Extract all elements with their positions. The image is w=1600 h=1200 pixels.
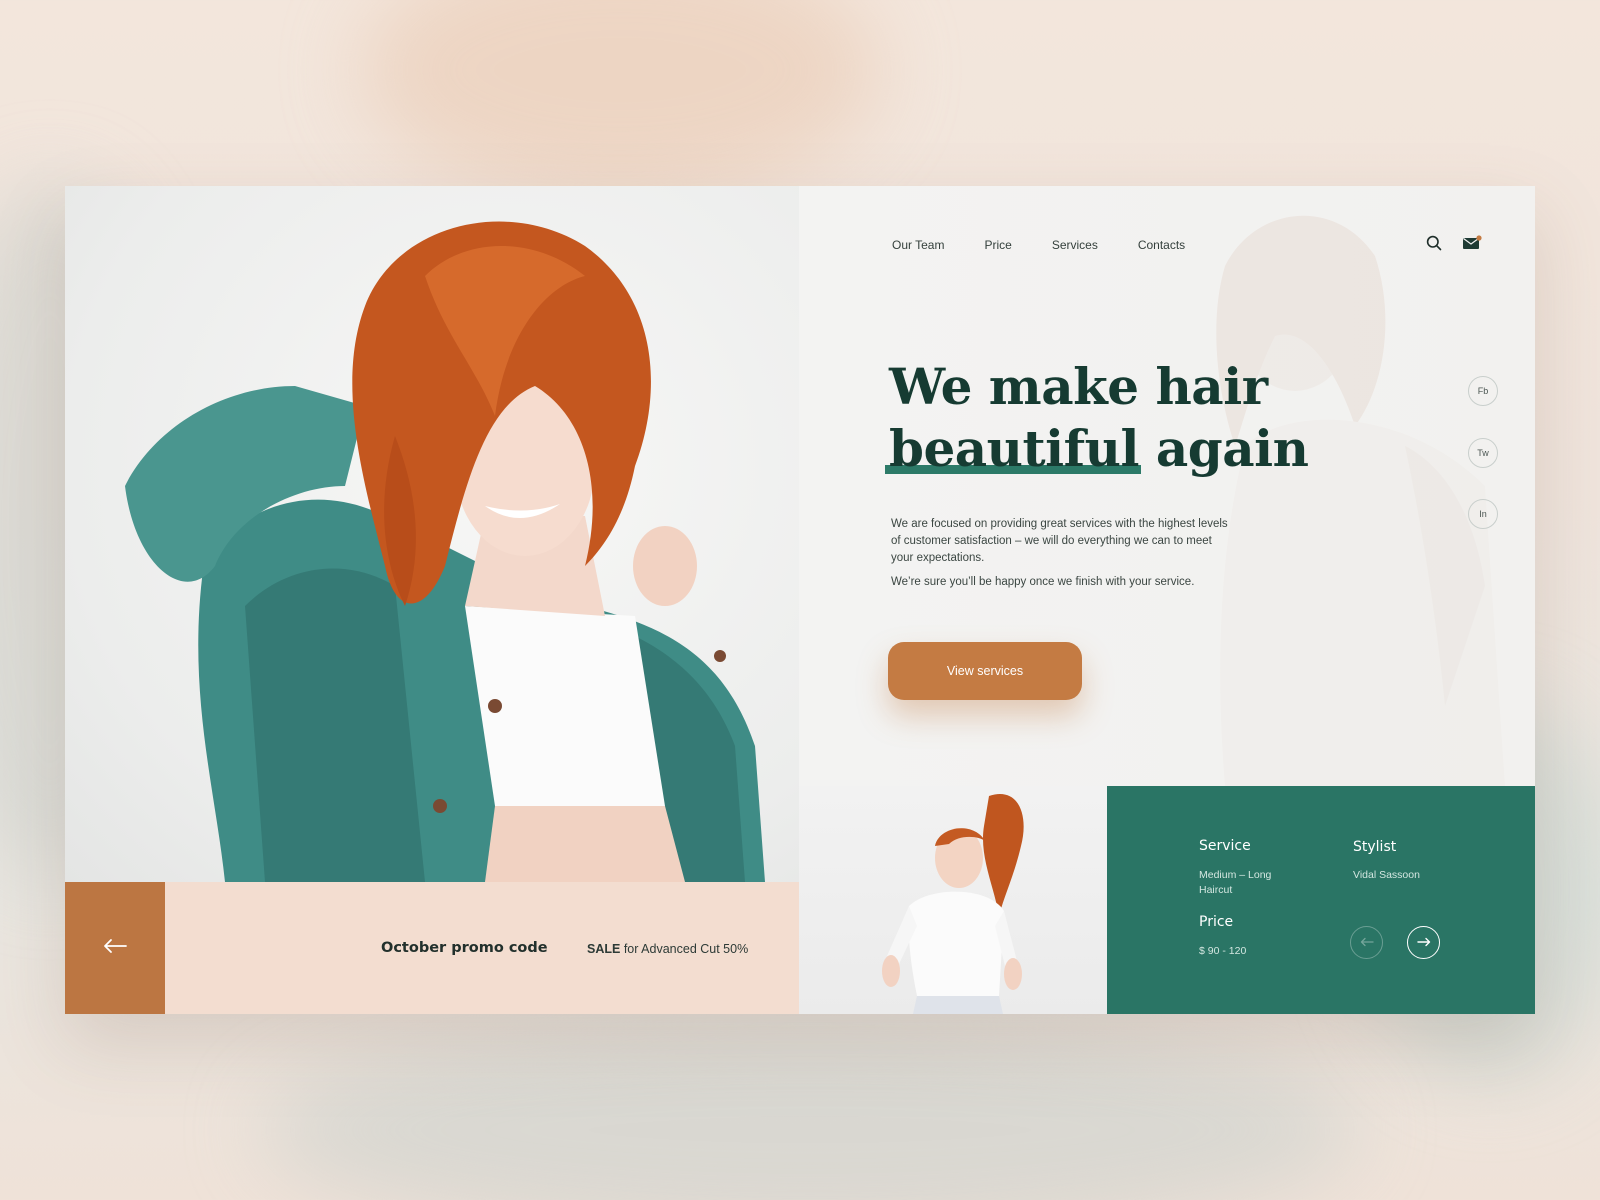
- hero-paragraph-2: We’re sure you’ll be happy once we finis…: [891, 576, 1195, 588]
- view-services-button[interactable]: View services: [888, 642, 1082, 700]
- stylist-label: Stylist: [1353, 839, 1397, 855]
- main-nav: Our Team Price Services Contacts: [892, 238, 1185, 252]
- service-prev-button[interactable]: [1350, 926, 1383, 959]
- headline-underlined-word: beautiful: [885, 419, 1141, 478]
- service-value: Medium – Long Haircut: [1199, 869, 1272, 896]
- hero-photo: [65, 186, 799, 882]
- social-twitter-button[interactable]: Tw: [1468, 438, 1498, 468]
- price-label: Price: [1199, 914, 1234, 930]
- service-card: Service Medium – Long Haircut Stylist Vi…: [1107, 786, 1535, 1014]
- landing-card: October promo code SALE for Advanced Cut…: [65, 186, 1535, 1014]
- hero-description: We are focused on providing great servic…: [891, 516, 1231, 591]
- nav-contacts[interactable]: Contacts: [1138, 238, 1185, 252]
- stylist-photo: [799, 786, 1107, 1014]
- hero-headline: We make hair beautiful again: [885, 356, 1309, 480]
- hero-content-panel: Our Team Price Services Contacts We make…: [799, 186, 1535, 786]
- promo-sale-strong: SALE: [587, 942, 621, 956]
- arrow-right-icon: [1416, 934, 1431, 952]
- stylist-photo-illustration: [882, 794, 1024, 1014]
- headline-line-2: beautiful again: [885, 418, 1309, 480]
- promo-sale-rest: for Advanced Cut 50%: [620, 942, 749, 956]
- nav-our-team[interactable]: Our Team: [892, 238, 944, 252]
- search-icon: [1426, 235, 1442, 256]
- nav-services[interactable]: Services: [1052, 238, 1098, 252]
- backdrop-hair: [360, 0, 880, 200]
- hero-photo-illustration: [125, 221, 766, 882]
- nav-price[interactable]: Price: [984, 238, 1011, 252]
- headline-line-2-rest: again: [1138, 419, 1309, 478]
- social-facebook-button[interactable]: Fb: [1468, 376, 1498, 406]
- mail-icon: [1462, 234, 1482, 256]
- hero-paragraph-1: We are focused on providing great servic…: [891, 518, 1228, 564]
- backdrop-jacket-bottom: [260, 1020, 1360, 1200]
- background-figure-image: [1216, 215, 1505, 786]
- promo-prev-button[interactable]: [65, 882, 165, 1014]
- stylist-value: Vidal Sassoon: [1353, 869, 1420, 881]
- social-linkedin-button[interactable]: In: [1468, 499, 1498, 529]
- promo-bar: October promo code SALE for Advanced Cut…: [165, 882, 799, 1014]
- service-label: Service: [1199, 838, 1251, 854]
- promo-title: October promo code: [381, 940, 548, 956]
- mail-button[interactable]: [1461, 234, 1483, 256]
- arrow-left-icon: [103, 938, 127, 959]
- service-next-button[interactable]: [1407, 926, 1440, 959]
- headline-line-1: We make hair: [889, 357, 1268, 416]
- search-button[interactable]: [1423, 234, 1445, 256]
- arrow-left-icon: [1360, 934, 1374, 952]
- promo-sale-text: SALE for Advanced Cut 50%: [587, 942, 748, 956]
- price-value: $ 90 - 120: [1199, 945, 1247, 957]
